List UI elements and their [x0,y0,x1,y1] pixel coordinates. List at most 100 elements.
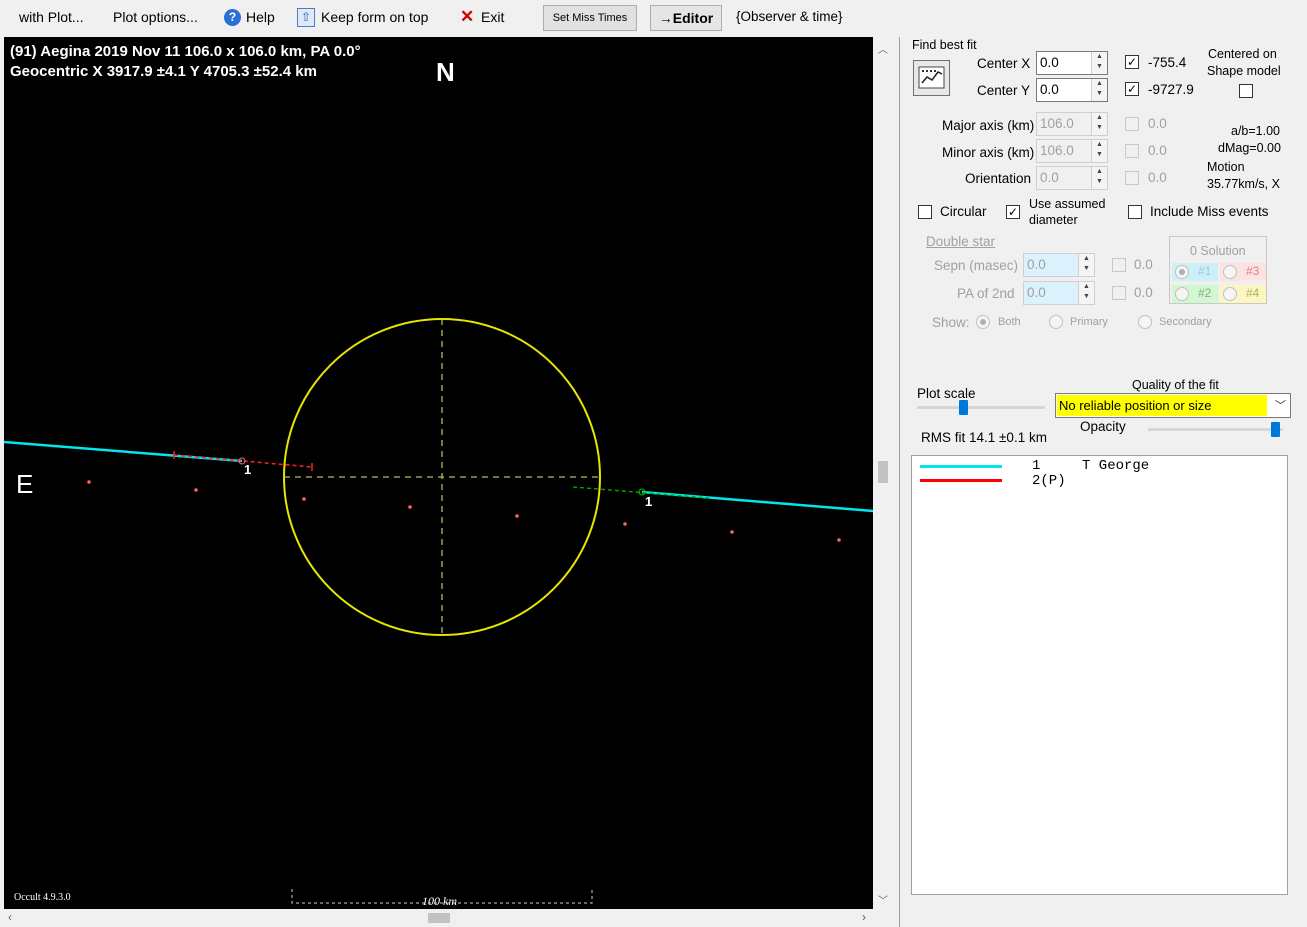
use-assumed-diameter-checkbox[interactable]: ✓ [1006,205,1020,219]
miss-dot [730,530,734,534]
keep-on-top-icon[interactable]: ⇧ [297,8,315,27]
ab-ratio: a/b=1.00 [1231,124,1281,138]
editor-button[interactable]: →Editor [650,5,722,31]
plot-scale-slider[interactable] [917,400,1045,415]
plot-title-line1: (91) Aegina 2019 Nov 11 106.0 x 106.0 km… [10,43,361,60]
centered-on-label: Centered on [1208,47,1277,61]
pa-second-input[interactable]: 0.0 ▲ ▼ [1023,281,1095,305]
shape-model-label: Shape model [1207,64,1281,78]
exit-menu[interactable]: Exit [481,9,504,25]
solution-2[interactable]: #2 [1172,285,1218,303]
scroll-thumb[interactable] [878,461,888,483]
scroll-left-icon[interactable]: ‹ [8,910,12,924]
show-both-radio[interactable] [976,315,990,329]
quality-label: Quality of the fit [1132,378,1219,392]
plot-options-menu[interactable]: Plot options... [113,9,198,25]
spin-arrows-icon: ▲ ▼ [1078,282,1094,304]
minor-axis-result: 0.0 [1148,143,1167,158]
circular-checkbox[interactable] [918,205,932,219]
observer-time-menu[interactable]: {Observer & time} [736,9,843,24]
rms-fit: RMS fit 14.1 ±0.1 km [921,430,1047,445]
menu-bar: with Plot... Plot options... ? Help ⇧ Ke… [0,0,1307,36]
show-primary-label: Primary [1070,316,1108,328]
opacity-thumb[interactable] [1271,422,1280,437]
solution-group: 0 Solution #1 #3 #2 #4 [1169,236,1267,304]
sepn-input[interactable]: 0.0 ▲ ▼ [1023,253,1095,277]
quality-select[interactable]: No reliable position or size ﹀ [1055,393,1291,418]
spin-arrows-icon: ▲ ▼ [1091,140,1107,162]
scroll-up-icon[interactable]: ︿ [878,41,888,56]
miss-dot [515,514,519,518]
help-menu[interactable]: Help [246,9,275,25]
spin-arrows-icon: ▲ ▼ [1091,52,1107,74]
north-label: N [436,57,455,87]
major-axis-result: 0.0 [1148,116,1167,131]
panel-divider [899,37,900,927]
spin-arrows-icon: ▲ ▼ [1091,113,1107,135]
chord-1-east [641,490,873,513]
help-icon[interactable]: ? [224,9,241,26]
major-axis-input[interactable]: 106.0 ▲ ▼ [1036,112,1108,136]
orientation-input[interactable]: 0.0 ▲ ▼ [1036,166,1108,190]
orientation-checkbox[interactable] [1125,171,1139,185]
spin-arrows-icon: ▲ ▼ [1091,79,1107,101]
center-y-input[interactable]: 0.0 ▲ ▼ [1036,78,1108,102]
keep-on-top-menu[interactable]: Keep form on top [321,9,428,25]
circular-label: Circular [940,204,987,219]
solution-4[interactable]: #4 [1220,285,1266,303]
solution-4-radio[interactable] [1223,287,1237,301]
major-axis-label: Major axis (km) [942,118,1035,133]
scroll-down-icon[interactable]: ﹀ [878,892,888,907]
center-y-checkbox[interactable]: ✓ [1125,82,1139,96]
solution-3-radio[interactable] [1223,265,1237,279]
sepn-checkbox[interactable] [1112,258,1126,272]
opacity-label: Opacity [1080,419,1126,434]
pa-second-checkbox[interactable] [1112,286,1126,300]
minor-axis-label: Minor axis (km) [942,145,1035,160]
east-label: E [16,469,34,499]
minor-axis-input[interactable]: 106.0 ▲ ▼ [1036,139,1108,163]
legend-id: 2(P) [1032,473,1066,489]
find-best-fit-button[interactable] [913,60,950,96]
pa-second-label: PA of 2nd [957,286,1015,301]
legend-observer: T George [1082,458,1150,474]
solution-2-radio[interactable] [1175,287,1189,301]
solution-3[interactable]: #3 [1220,263,1266,281]
center-x-input[interactable]: 0.0 ▲ ▼ [1036,51,1108,75]
plot-horizontal-scrollbar[interactable]: ‹ › [4,909,873,927]
motion-label: Motion [1207,160,1245,174]
scale-label: 100 km [422,894,457,908]
chart-icon [918,66,945,89]
legend-swatch [920,479,1002,482]
occultation-plot[interactable]: (91) Aegina 2019 Nov 11 106.0 x 106.0 km… [4,37,873,909]
version-label: Occult 4.9.3.0 [14,892,71,903]
chord-label: 1 [645,494,653,509]
miss-dots [87,480,841,542]
include-miss-checkbox[interactable] [1128,205,1142,219]
motion-value: 35.77km/s, X [1207,177,1280,191]
exit-icon[interactable]: ✕ [460,7,474,27]
miss-dot [408,505,412,509]
major-axis-checkbox[interactable] [1125,117,1139,131]
solution-1[interactable]: #1 [1172,263,1218,281]
show-secondary-radio[interactable] [1138,315,1152,329]
opacity-slider[interactable] [1148,422,1283,437]
center-x-checkbox[interactable]: ✓ [1125,55,1139,69]
with-plot-menu[interactable]: with Plot... [19,9,84,25]
center-y-result: -9727.9 [1148,82,1194,97]
set-miss-times-button[interactable]: Set Miss Times [543,5,637,31]
solution-1-radio[interactable] [1175,265,1189,279]
orientation-result: 0.0 [1148,170,1167,185]
chevron-down-icon: ﹀ [1275,400,1286,412]
solution-title: 0 Solution [1190,244,1246,258]
show-primary-radio[interactable] [1049,315,1063,329]
plot-vertical-scrollbar[interactable]: ︿ ﹀ [873,37,893,909]
shape-model-checkbox[interactable] [1239,84,1253,98]
scroll-right-icon[interactable]: › [862,910,866,924]
scroll-thumb[interactable] [428,913,450,923]
miss-dot [87,480,91,484]
center-x-result: -755.4 [1148,55,1187,70]
plot-scale-thumb[interactable] [959,400,968,415]
chord-label: 1 [244,462,252,477]
minor-axis-checkbox[interactable] [1125,144,1139,158]
